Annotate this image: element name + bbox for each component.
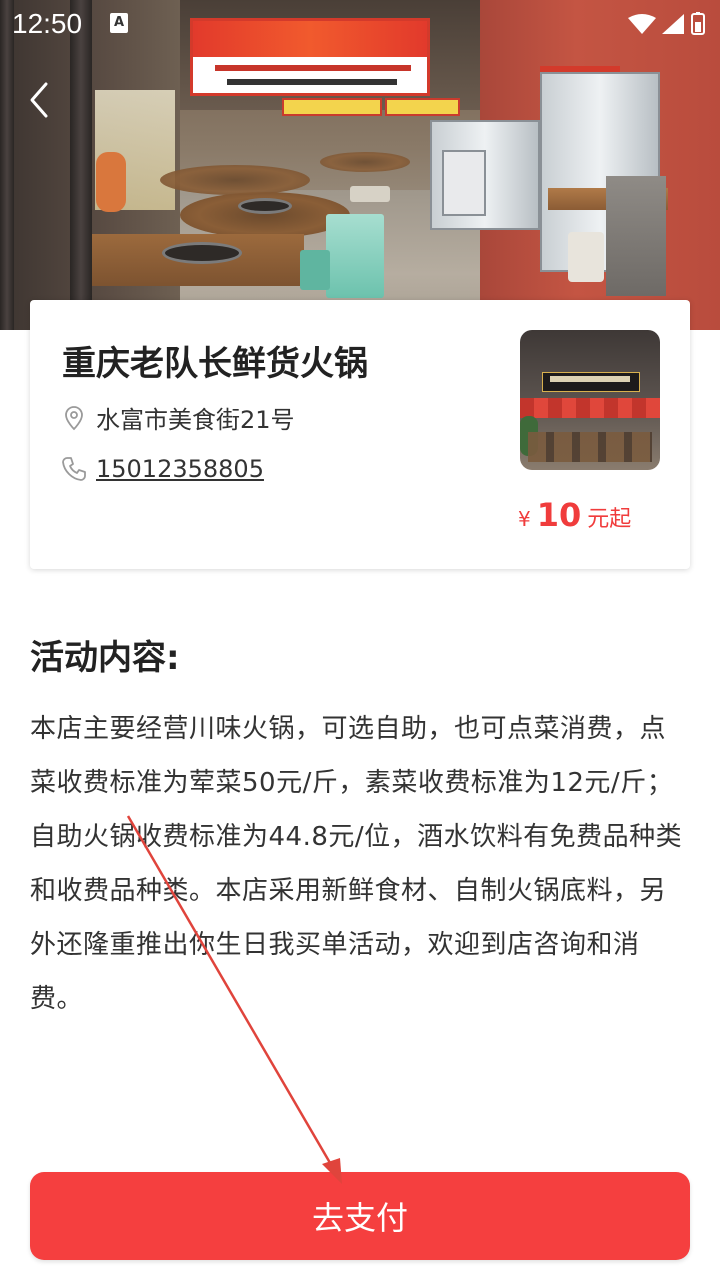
price-unit: 元起: [587, 507, 632, 532]
notification-a-icon: A: [110, 13, 128, 33]
store-detail-page: 12:50 A 重庆老队长鲜货火锅 水富市美食街21号 15012358805 …: [0, 0, 720, 1280]
store-thumbnail: [520, 330, 660, 470]
store-phone-link[interactable]: 15012358805: [96, 455, 264, 483]
battery-icon: [691, 12, 705, 35]
store-hero-photo: [0, 0, 720, 330]
price-value: 10: [536, 496, 582, 534]
store-name: 重庆老队长鲜货火锅: [62, 344, 368, 384]
status-bar: 12:50 A: [0, 0, 720, 48]
status-icons: [626, 12, 706, 36]
phone-icon: [60, 455, 88, 483]
store-address: 水富市美食街21号: [96, 406, 295, 434]
pay-button[interactable]: 去支付: [30, 1172, 690, 1260]
phone-row: 15012358805: [60, 455, 264, 483]
store-info-card: 重庆老队长鲜货火锅 水富市美食街21号 15012358805 ¥ 10 元起: [30, 300, 690, 569]
address-row: 水富市美食街21号: [60, 400, 295, 435]
status-time: 12:50: [12, 8, 83, 39]
price-label: ¥ 10 元起: [518, 496, 631, 534]
back-button[interactable]: [18, 78, 62, 122]
activity-title: 活动内容:: [30, 638, 180, 678]
wifi-icon: [628, 14, 656, 34]
price-currency: ¥: [518, 507, 531, 531]
activity-description: 本店主要经营川味火锅，可选自助，也可点菜消费，点菜收费标准为荤菜50元/斤，素菜…: [30, 714, 683, 1014]
signal-icon: [662, 14, 684, 34]
location-pin-icon: [60, 404, 88, 432]
chevron-left-icon: [30, 82, 48, 118]
